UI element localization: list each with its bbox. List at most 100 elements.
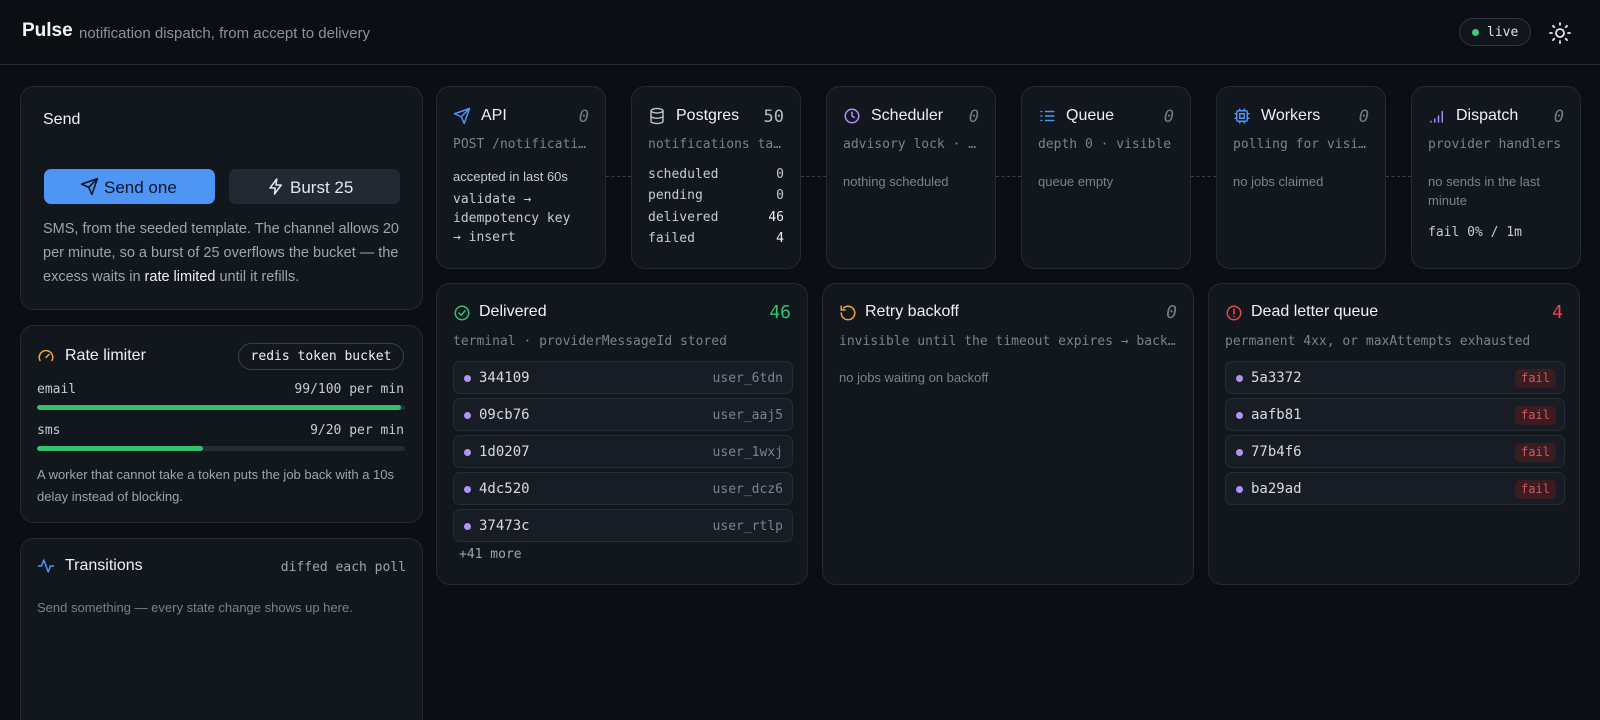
stage-subtitle: advisory lock · sweep xyxy=(843,137,983,152)
transitions-card: Transitions diffed each poll Send someth… xyxy=(20,538,423,720)
sms-bucket-fill xyxy=(37,446,203,451)
database-icon xyxy=(650,107,664,125)
connector xyxy=(1386,176,1411,177)
send-one-button[interactable]: Send one xyxy=(44,169,215,204)
sms-bucket-label: sms xyxy=(37,423,61,438)
list-item[interactable]: 77b4f6 fail xyxy=(1225,435,1565,468)
rate-limiter-note: A worker that cannot take a token puts t… xyxy=(37,467,394,504)
stage-count: 0 xyxy=(1553,107,1564,127)
stage-count: 0 xyxy=(1163,107,1174,127)
lightning-icon xyxy=(269,178,282,195)
app-header: Pulse notification dispatch, from accept… xyxy=(0,0,1600,65)
status-dot-icon xyxy=(464,375,471,382)
status-dot-icon xyxy=(1236,375,1243,382)
status-dot-icon xyxy=(464,412,471,419)
job-user: user_dcz6 xyxy=(712,482,783,497)
list-item[interactable]: aafb81 fail xyxy=(1225,398,1565,431)
rate-limited-highlight: rate limited xyxy=(144,269,216,285)
pg-row-failed: failed 4 xyxy=(648,231,784,246)
status-dot-icon xyxy=(464,449,471,456)
email-bucket-bar xyxy=(37,405,405,410)
stage-title: Dispatch xyxy=(1456,107,1519,124)
stage-postgres[interactable]: Postgres 50 notifications table schedule… xyxy=(631,86,801,269)
stage-subtitle: depth 0 · visible xyxy=(1038,137,1172,152)
live-status-badge: live xyxy=(1459,18,1531,46)
list-item[interactable]: 4dc520 user_dcz6 xyxy=(453,472,793,505)
stage-api[interactable]: API 0 POST /notifications accepted in la… xyxy=(436,86,606,269)
stage-title: Postgres xyxy=(676,107,740,124)
live-status-text: live xyxy=(1487,25,1519,40)
job-id: 09cb76 xyxy=(479,407,530,423)
stage-dispatch[interactable]: Dispatch 0 provider handlers no sends in… xyxy=(1411,86,1581,269)
stage-note: accepted in last 60s xyxy=(453,169,568,184)
status-dot-icon xyxy=(1236,449,1243,456)
status-dot-icon xyxy=(464,523,471,530)
job-id: 77b4f6 xyxy=(1251,444,1302,460)
email-bucket-label: email xyxy=(37,382,77,397)
job-id: 4dc520 xyxy=(479,481,530,497)
status-dot-icon xyxy=(1236,486,1243,493)
sun-icon xyxy=(1549,22,1571,44)
delivered-subtitle: terminal · providerMessageId stored xyxy=(453,334,727,349)
retry-subtitle: invisible until the timeout expires → ba… xyxy=(839,334,1179,349)
job-id: 5a3372 xyxy=(1251,370,1302,386)
stage-title: API xyxy=(481,107,507,124)
send-one-label: Send one xyxy=(104,178,177,197)
retry-panel: Retry backoff 0 invisible until the time… xyxy=(822,283,1194,585)
rate-limiter-title: Rate limiter xyxy=(65,347,146,364)
live-dot-icon xyxy=(1472,29,1479,36)
pg-row-pending: pending 0 xyxy=(648,188,784,203)
send-title: Send xyxy=(43,111,81,128)
stage-title: Queue xyxy=(1066,107,1115,124)
fail-badge: fail xyxy=(1515,406,1556,425)
list-item[interactable]: 09cb76 user_aaj5 xyxy=(453,398,793,431)
stage-queue[interactable]: Queue 0 depth 0 · visible queue empty xyxy=(1021,86,1191,269)
delivered-count: 46 xyxy=(769,302,791,323)
connector xyxy=(996,176,1021,177)
brand-title: Pulse xyxy=(22,20,73,41)
stage-detail-line: validate → xyxy=(453,192,532,207)
more-link[interactable]: +41 more xyxy=(459,547,522,562)
job-user: user_6tdn xyxy=(712,371,783,386)
stage-workers[interactable]: Workers 0 polling for visible jobs no jo… xyxy=(1216,86,1386,269)
retry-title: Retry backoff xyxy=(865,303,959,320)
stage-subtitle: POST /notifications xyxy=(453,137,593,152)
job-id: 344109 xyxy=(479,370,530,386)
list-item[interactable]: ba29ad fail xyxy=(1225,472,1565,505)
job-id: aafb81 xyxy=(1251,407,1302,423)
theme-toggle-button[interactable] xyxy=(1548,21,1572,45)
job-id: ba29ad xyxy=(1251,481,1302,497)
send-icon xyxy=(80,177,99,196)
brand-tagline: notification dispatch, from accept to de… xyxy=(79,25,370,42)
stage-subtitle: polling for visible jobs xyxy=(1233,137,1373,152)
fail-badge: fail xyxy=(1515,480,1556,499)
email-bucket-value: 99/100 per min xyxy=(294,382,404,397)
transitions-title: Transitions xyxy=(65,557,143,574)
list-item[interactable]: 37473c user_rtlp xyxy=(453,509,793,542)
list-item[interactable]: 1d0207 user_1wxj xyxy=(453,435,793,468)
retry-empty-text: no jobs waiting on backoff xyxy=(839,370,989,385)
send-icon xyxy=(453,107,471,125)
list-item[interactable]: 344109 user_6tdn xyxy=(453,361,793,394)
stage-scheduler[interactable]: Scheduler 0 advisory lock · sweep nothin… xyxy=(826,86,996,269)
sms-bucket-value: 9/20 per min xyxy=(310,423,404,438)
gauge-icon xyxy=(38,349,54,362)
burst-button[interactable]: Burst 25 xyxy=(229,169,400,204)
retry-count: 0 xyxy=(1166,302,1177,323)
stage-count: 0 xyxy=(1358,107,1369,127)
email-bucket-fill xyxy=(37,405,402,410)
job-id: 37473c xyxy=(479,518,530,534)
dead-letter-panel: Dead letter queue 4 permanent 4xx, or ma… xyxy=(1208,283,1580,585)
signal-icon xyxy=(1430,110,1443,123)
refresh-icon xyxy=(840,305,856,321)
alert-circle-icon xyxy=(1226,305,1242,321)
stage-count: 50 xyxy=(763,107,784,127)
dlq-subtitle: permanent 4xx, or maxAttempts exhausted xyxy=(1225,334,1531,349)
cpu-icon xyxy=(1234,108,1250,124)
transitions-empty-text: Send something — every state change show… xyxy=(37,600,353,615)
stage-detail-line: idempotency key xyxy=(453,211,571,226)
list-item[interactable]: 5a3372 fail xyxy=(1225,361,1565,394)
job-user: user_rtlp xyxy=(712,519,783,534)
stage-detail-line: → insert xyxy=(453,230,516,245)
redis-badge: redis token bucket xyxy=(238,343,404,370)
